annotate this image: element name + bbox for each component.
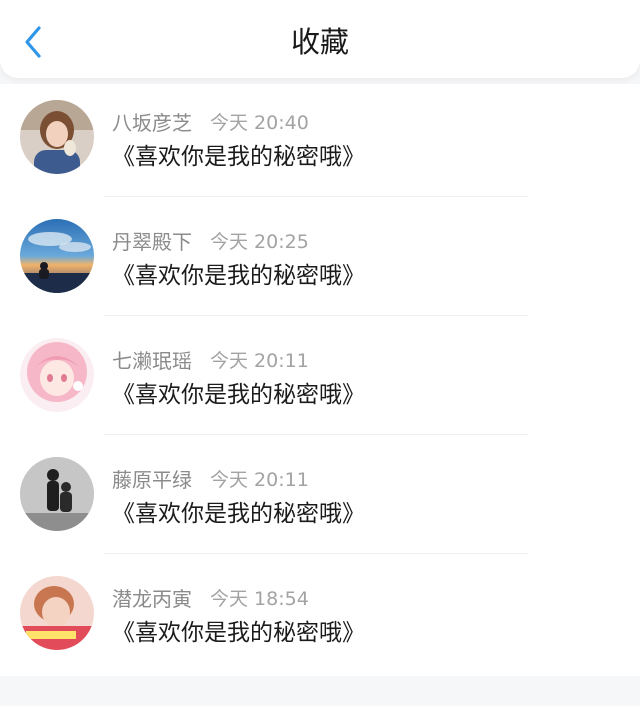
avatar[interactable] bbox=[20, 219, 94, 293]
favorites-list: 八坂彦芝 今天 20:40 《喜欢你是我的秘密哦》 丹翠殿下 今天 20:25 … bbox=[0, 84, 640, 676]
couple-silhouette-avatar bbox=[20, 457, 94, 531]
avatar[interactable] bbox=[20, 338, 94, 412]
user-name[interactable]: 八坂彦芝 bbox=[112, 107, 192, 136]
divider bbox=[104, 434, 528, 435]
favorite-content[interactable]: 《喜欢你是我的秘密哦》 bbox=[112, 140, 365, 174]
item-meta: 七濑珉瑶 今天 20:11 bbox=[112, 344, 309, 374]
avatar[interactable] bbox=[20, 576, 94, 650]
favorite-item[interactable]: 藤原平绿 今天 20:11 《喜欢你是我的秘密哦》 bbox=[0, 441, 640, 560]
top-bar: 收藏 bbox=[0, 0, 640, 78]
user-name[interactable]: 潜龙丙寅 bbox=[112, 583, 192, 612]
divider bbox=[104, 315, 528, 316]
user-name[interactable]: 丹翠殿下 bbox=[112, 226, 192, 255]
favorite-content[interactable]: 《喜欢你是我的秘密哦》 bbox=[112, 616, 365, 650]
favorite-item[interactable]: 八坂彦芝 今天 20:40 《喜欢你是我的秘密哦》 bbox=[0, 84, 640, 203]
page-title: 收藏 bbox=[290, 25, 349, 59]
girl-photo-avatar bbox=[20, 100, 94, 174]
item-meta: 八坂彦芝 今天 20:40 bbox=[112, 106, 309, 136]
user-name[interactable]: 七濑珉瑶 bbox=[112, 345, 192, 374]
timestamp: 今天 20:11 bbox=[210, 468, 309, 491]
favorite-item[interactable]: 丹翠殿下 今天 20:25 《喜欢你是我的秘密哦》 bbox=[0, 203, 640, 322]
favorite-content[interactable]: 《喜欢你是我的秘密哦》 bbox=[112, 259, 365, 293]
timestamp: 今天 18:54 bbox=[210, 587, 309, 610]
item-meta: 潜龙丙寅 今天 18:54 bbox=[112, 582, 309, 612]
anime-girl-avatar bbox=[20, 338, 94, 412]
timestamp: 今天 20:25 bbox=[210, 230, 309, 253]
divider bbox=[104, 196, 528, 197]
avatar[interactable] bbox=[20, 100, 94, 174]
timestamp: 今天 20:11 bbox=[210, 349, 309, 372]
divider bbox=[104, 553, 528, 554]
item-meta: 藤原平绿 今天 20:11 bbox=[112, 463, 309, 493]
boy-photo-avatar bbox=[20, 576, 94, 650]
favorite-content[interactable]: 《喜欢你是我的秘密哦》 bbox=[112, 497, 365, 531]
favorite-item[interactable]: 潜龙丙寅 今天 18:54 《喜欢你是我的秘密哦》 bbox=[0, 560, 640, 679]
avatar[interactable] bbox=[20, 457, 94, 531]
item-meta: 丹翠殿下 今天 20:25 bbox=[112, 225, 309, 255]
favorite-content[interactable]: 《喜欢你是我的秘密哦》 bbox=[112, 378, 365, 412]
favorite-item[interactable]: 七濑珉瑶 今天 20:11 《喜欢你是我的秘密哦》 bbox=[0, 322, 640, 441]
user-name[interactable]: 藤原平绿 bbox=[112, 464, 192, 493]
sunset-photo-avatar bbox=[20, 219, 94, 293]
timestamp: 今天 20:40 bbox=[210, 111, 309, 134]
